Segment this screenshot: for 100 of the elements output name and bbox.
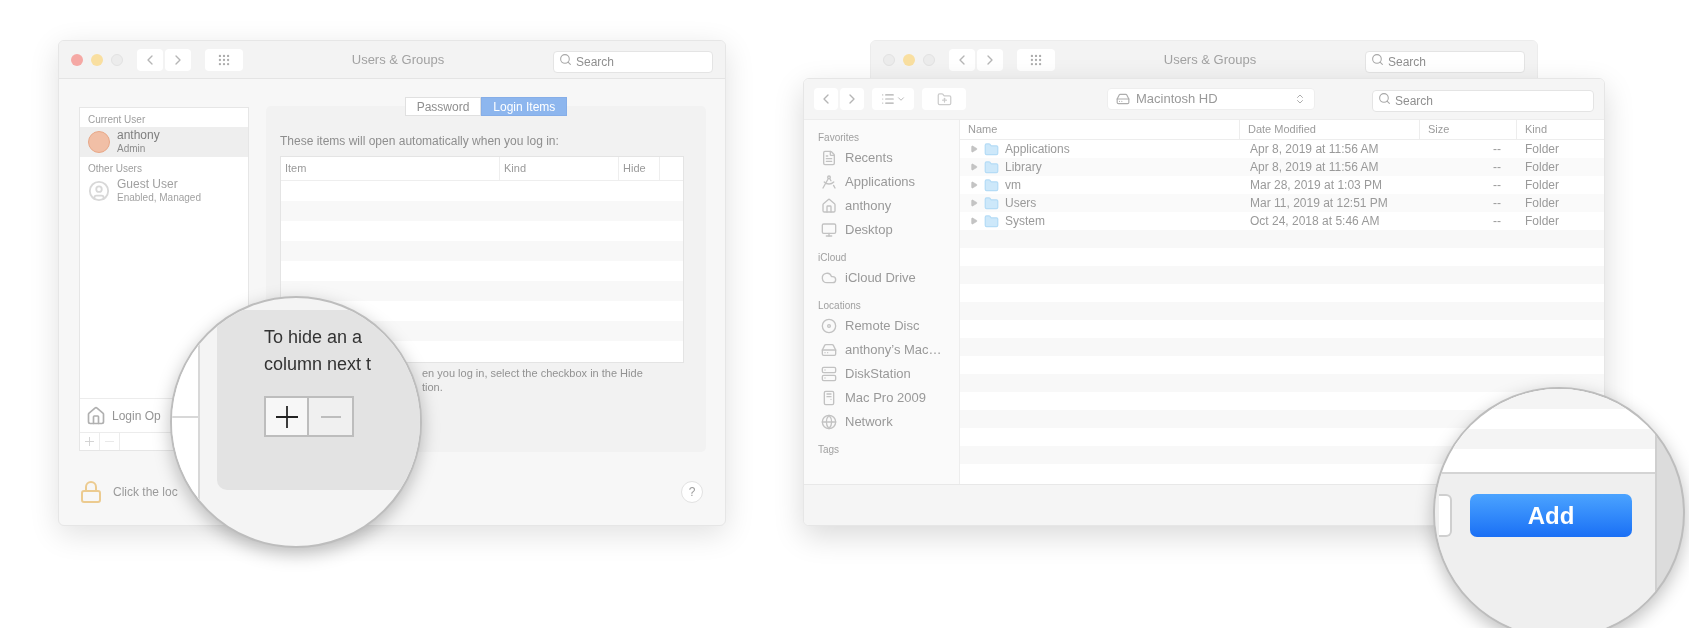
sidebar-item[interactable]: Desktop	[818, 218, 945, 242]
folder-icon	[984, 141, 999, 157]
add-button[interactable]: Add	[1470, 494, 1632, 537]
section-heading: Other Users	[87, 162, 143, 176]
partial-button[interactable]	[1439, 494, 1452, 537]
minimize-button[interactable]	[903, 53, 915, 66]
disc-icon	[821, 318, 837, 334]
kind-cell-text: Folder	[1524, 213, 1559, 230]
user-item[interactable]: anthony Admin	[80, 127, 248, 157]
user-name: Guest User	[117, 178, 179, 191]
column-header[interactable]: Hide	[619, 157, 660, 180]
close-button[interactable]	[71, 53, 83, 66]
disclosure-triangle-icon[interactable]	[970, 217, 978, 225]
new-folder-button[interactable]	[922, 88, 966, 110]
forward-button[interactable]	[840, 88, 864, 110]
document-icon	[821, 150, 837, 166]
sidebar-item[interactable]: Network	[818, 410, 945, 434]
size-cell-text: --	[1492, 195, 1502, 212]
search-field[interactable]: Search	[1365, 50, 1525, 73]
file-name: Users	[1005, 195, 1037, 212]
lock-icon[interactable]	[79, 480, 103, 504]
date-cell-text: Oct 24, 2018 at 5:46 AM	[1249, 213, 1381, 230]
view-options-button[interactable]	[872, 88, 914, 110]
back-button[interactable]	[137, 48, 163, 71]
folder-icon	[936, 91, 952, 107]
note-text: en you log in, select the checkbox in the Hide	[422, 366, 644, 380]
column-header[interactable]: Name	[960, 120, 1240, 139]
search-icon	[1371, 52, 1384, 66]
sidebar-heading: Locations	[818, 299, 862, 313]
add-button[interactable]	[264, 396, 309, 437]
tab[interactable]: Login Items	[481, 97, 568, 116]
stepper-icon	[1294, 93, 1306, 105]
kind-cell-text: Folder	[1524, 141, 1559, 158]
disclosure-triangle-icon[interactable]	[970, 199, 978, 207]
chevron-icon	[895, 94, 906, 104]
help-button[interactable]: ?	[681, 481, 703, 503]
window-title: Users & Groups	[1163, 50, 1257, 69]
user-item[interactable]: Guest User Enabled, Managed	[80, 176, 248, 206]
date-cell-text: Apr 8, 2019 at 11:56 AM	[1249, 141, 1380, 158]
column-header[interactable]: Size	[1420, 120, 1517, 139]
drive-icon	[1116, 92, 1130, 106]
disclosure-triangle-icon[interactable]	[970, 163, 978, 171]
minimize-button[interactable]	[91, 53, 103, 66]
intro-text: These items will open automatically when you log in:	[280, 133, 560, 150]
grid-icon	[217, 52, 231, 67]
grid-button[interactable]	[1017, 48, 1055, 71]
server-icon	[821, 366, 837, 382]
sidebar-item[interactable]: Recents	[818, 146, 945, 170]
disclosure-triangle-icon[interactable]	[970, 181, 978, 189]
section-heading: Current User	[87, 113, 147, 127]
sidebar-heading: Tags	[818, 443, 841, 457]
size-cell-text: --	[1492, 141, 1502, 158]
column-header[interactable]: Item	[281, 157, 500, 180]
sidebar-item[interactable]: Mac Pro 2009	[818, 386, 945, 410]
computer-icon	[821, 390, 837, 406]
cloud-icon	[821, 270, 837, 286]
folder-icon	[984, 213, 999, 229]
kind-cell-text: Folder	[1524, 159, 1559, 176]
user-role: Admin	[117, 142, 147, 155]
sidebar-heading: Favorites	[818, 131, 861, 145]
grid-button[interactable]	[205, 48, 243, 71]
sidebar-item[interactable]: Applications	[818, 170, 945, 194]
house-icon	[86, 405, 106, 426]
tab[interactable]: Password	[404, 97, 482, 116]
folder-icon	[984, 195, 999, 211]
sidebar-item[interactable]: anthony	[818, 194, 945, 218]
column-header[interactable]: Kind	[1517, 120, 1604, 139]
grid-icon	[1029, 52, 1043, 67]
house-icon	[821, 198, 837, 214]
size-cell-text: --	[1492, 177, 1502, 194]
date-cell-text: Mar 28, 2019 at 1:03 PM	[1249, 177, 1384, 194]
sidebar-item[interactable]: iCloud Drive	[818, 266, 945, 290]
monitor-icon	[821, 222, 837, 238]
file-row[interactable]: Library Apr 8, 2019 at 11:56 AM -- Folder	[960, 158, 1604, 176]
search-field[interactable]: Search	[553, 50, 713, 73]
plus-icon	[275, 405, 298, 428]
back-button[interactable]	[814, 88, 838, 110]
search-icon	[1378, 92, 1391, 105]
file-name: System	[1005, 213, 1045, 230]
forward-button[interactable]	[165, 48, 191, 71]
back-button[interactable]	[949, 48, 975, 71]
plus-icon	[85, 437, 94, 446]
date-cell-text: Mar 11, 2019 at 12:51 PM	[1249, 195, 1389, 212]
file-row[interactable]: Users Mar 11, 2019 at 12:51 PM -- Folder	[960, 194, 1604, 212]
kind-cell-text: Folder	[1524, 195, 1559, 212]
user-role: Enabled, Managed	[117, 191, 201, 204]
disclosure-triangle-icon[interactable]	[970, 145, 978, 153]
search-icon	[559, 52, 572, 66]
kind-cell-text: Folder	[1524, 177, 1559, 194]
user-name: anthony	[117, 129, 160, 142]
sidebar-item[interactable]: Remote Disc	[818, 314, 945, 338]
login-options-item[interactable]: Login Op	[112, 406, 161, 425]
search-field[interactable]: Search	[1372, 90, 1594, 112]
location-popup[interactable]: Macintosh HD	[1107, 88, 1315, 110]
column-header[interactable]: Kind	[500, 157, 619, 180]
column-header[interactable]: Date Modified	[1240, 120, 1420, 139]
sidebar-heading: iCloud	[818, 251, 848, 265]
sidebar-item[interactable]: DiskStation	[818, 362, 945, 386]
sidebar-item[interactable]: anthony’s Mac…	[818, 338, 945, 362]
forward-button[interactable]	[977, 48, 1003, 71]
